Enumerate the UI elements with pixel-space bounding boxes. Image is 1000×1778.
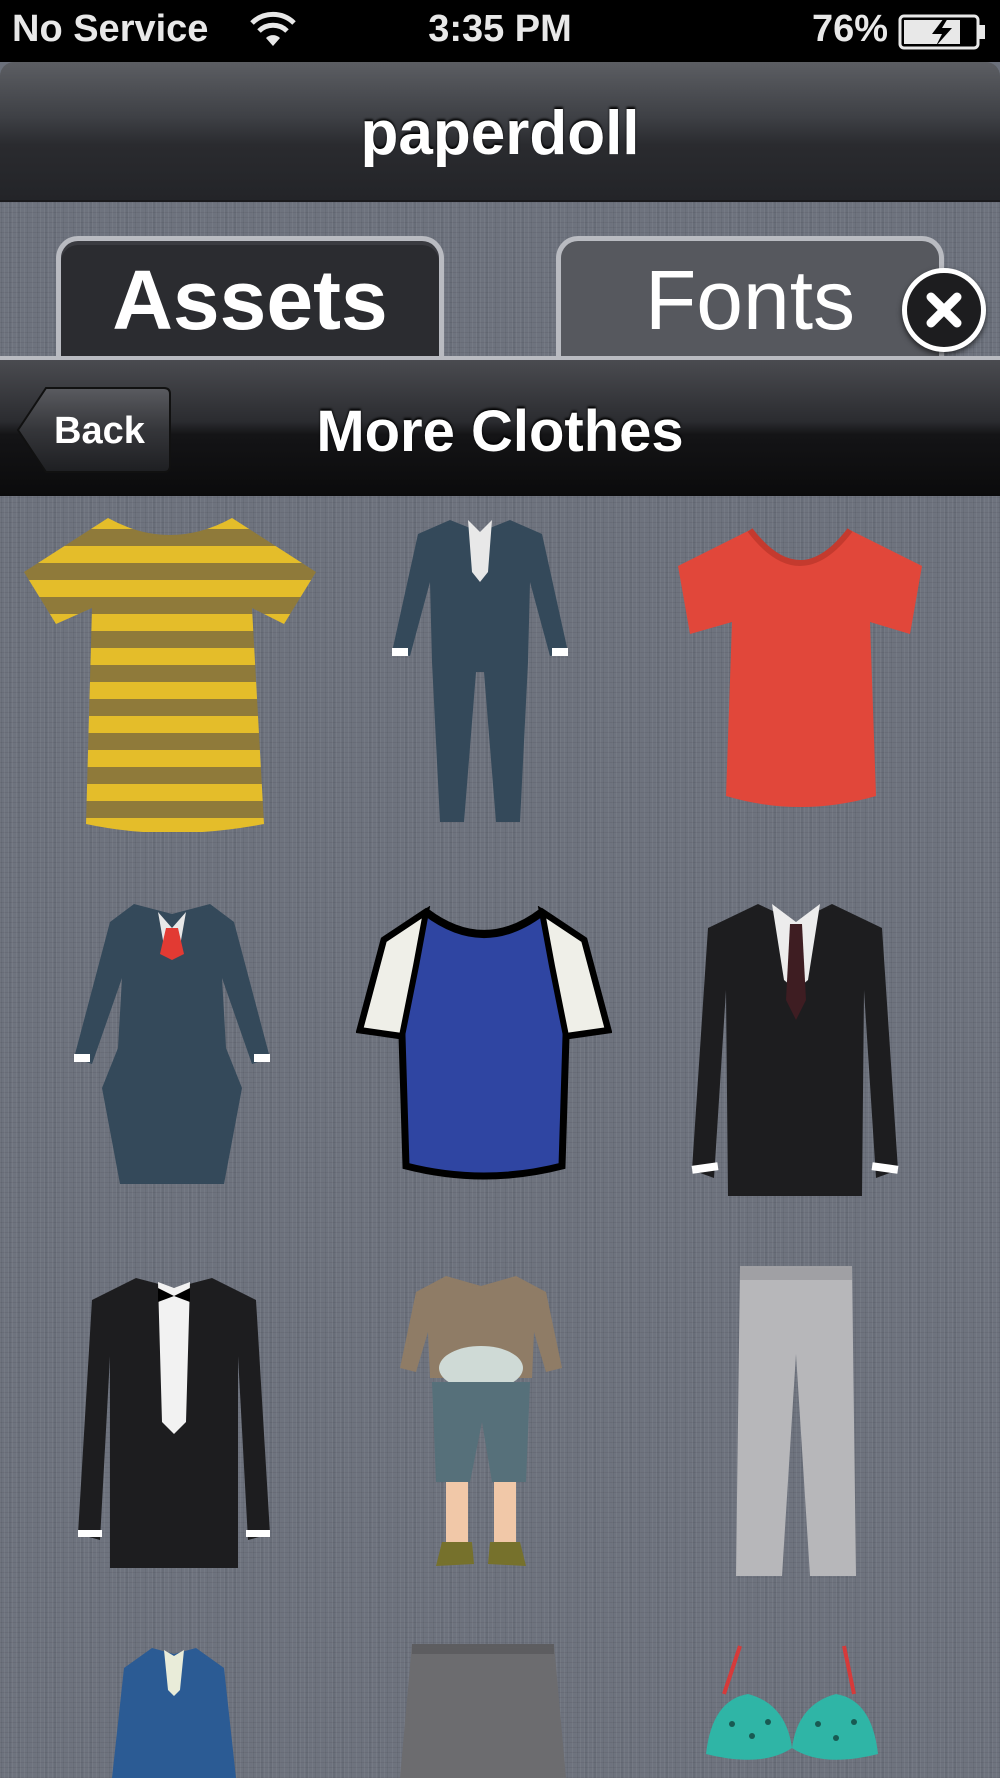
navigation-bar: paperdoll xyxy=(0,62,1000,202)
close-icon xyxy=(926,292,962,328)
sub-navigation-bar: Back More Clothes xyxy=(0,356,1000,496)
app-title: paperdoll xyxy=(360,99,640,168)
status-bar: No Service 3:35 PM 76% xyxy=(0,0,1000,62)
asset-navy-skirt-suit[interactable] xyxy=(74,898,270,1188)
asset-yellow-striped-tshirt[interactable] xyxy=(20,512,320,832)
asset-grey-trousers[interactable] xyxy=(734,1264,858,1578)
battery-charging-icon xyxy=(898,14,988,50)
page-title: More Clothes xyxy=(316,399,684,464)
asset-grey-skirt[interactable] xyxy=(400,1640,566,1778)
asset-navy-suit[interactable] xyxy=(390,512,570,832)
asset-blue-suit[interactable] xyxy=(112,1644,236,1778)
asset-blue-raglan-tshirt[interactable] xyxy=(356,906,612,1182)
tab-fonts[interactable]: Fonts xyxy=(556,236,944,364)
asset-red-tshirt[interactable] xyxy=(670,526,930,818)
asset-teal-bikini-top[interactable] xyxy=(702,1644,882,1778)
asset-casual-outfit-with-shorts[interactable] xyxy=(396,1272,566,1574)
asset-black-suit-jacket[interactable] xyxy=(686,900,904,1200)
close-button[interactable] xyxy=(902,268,986,352)
battery-percent: 76% xyxy=(811,8,888,50)
asset-tuxedo-jacket[interactable] xyxy=(72,1272,276,1572)
tab-assets[interactable]: Assets xyxy=(56,236,444,364)
